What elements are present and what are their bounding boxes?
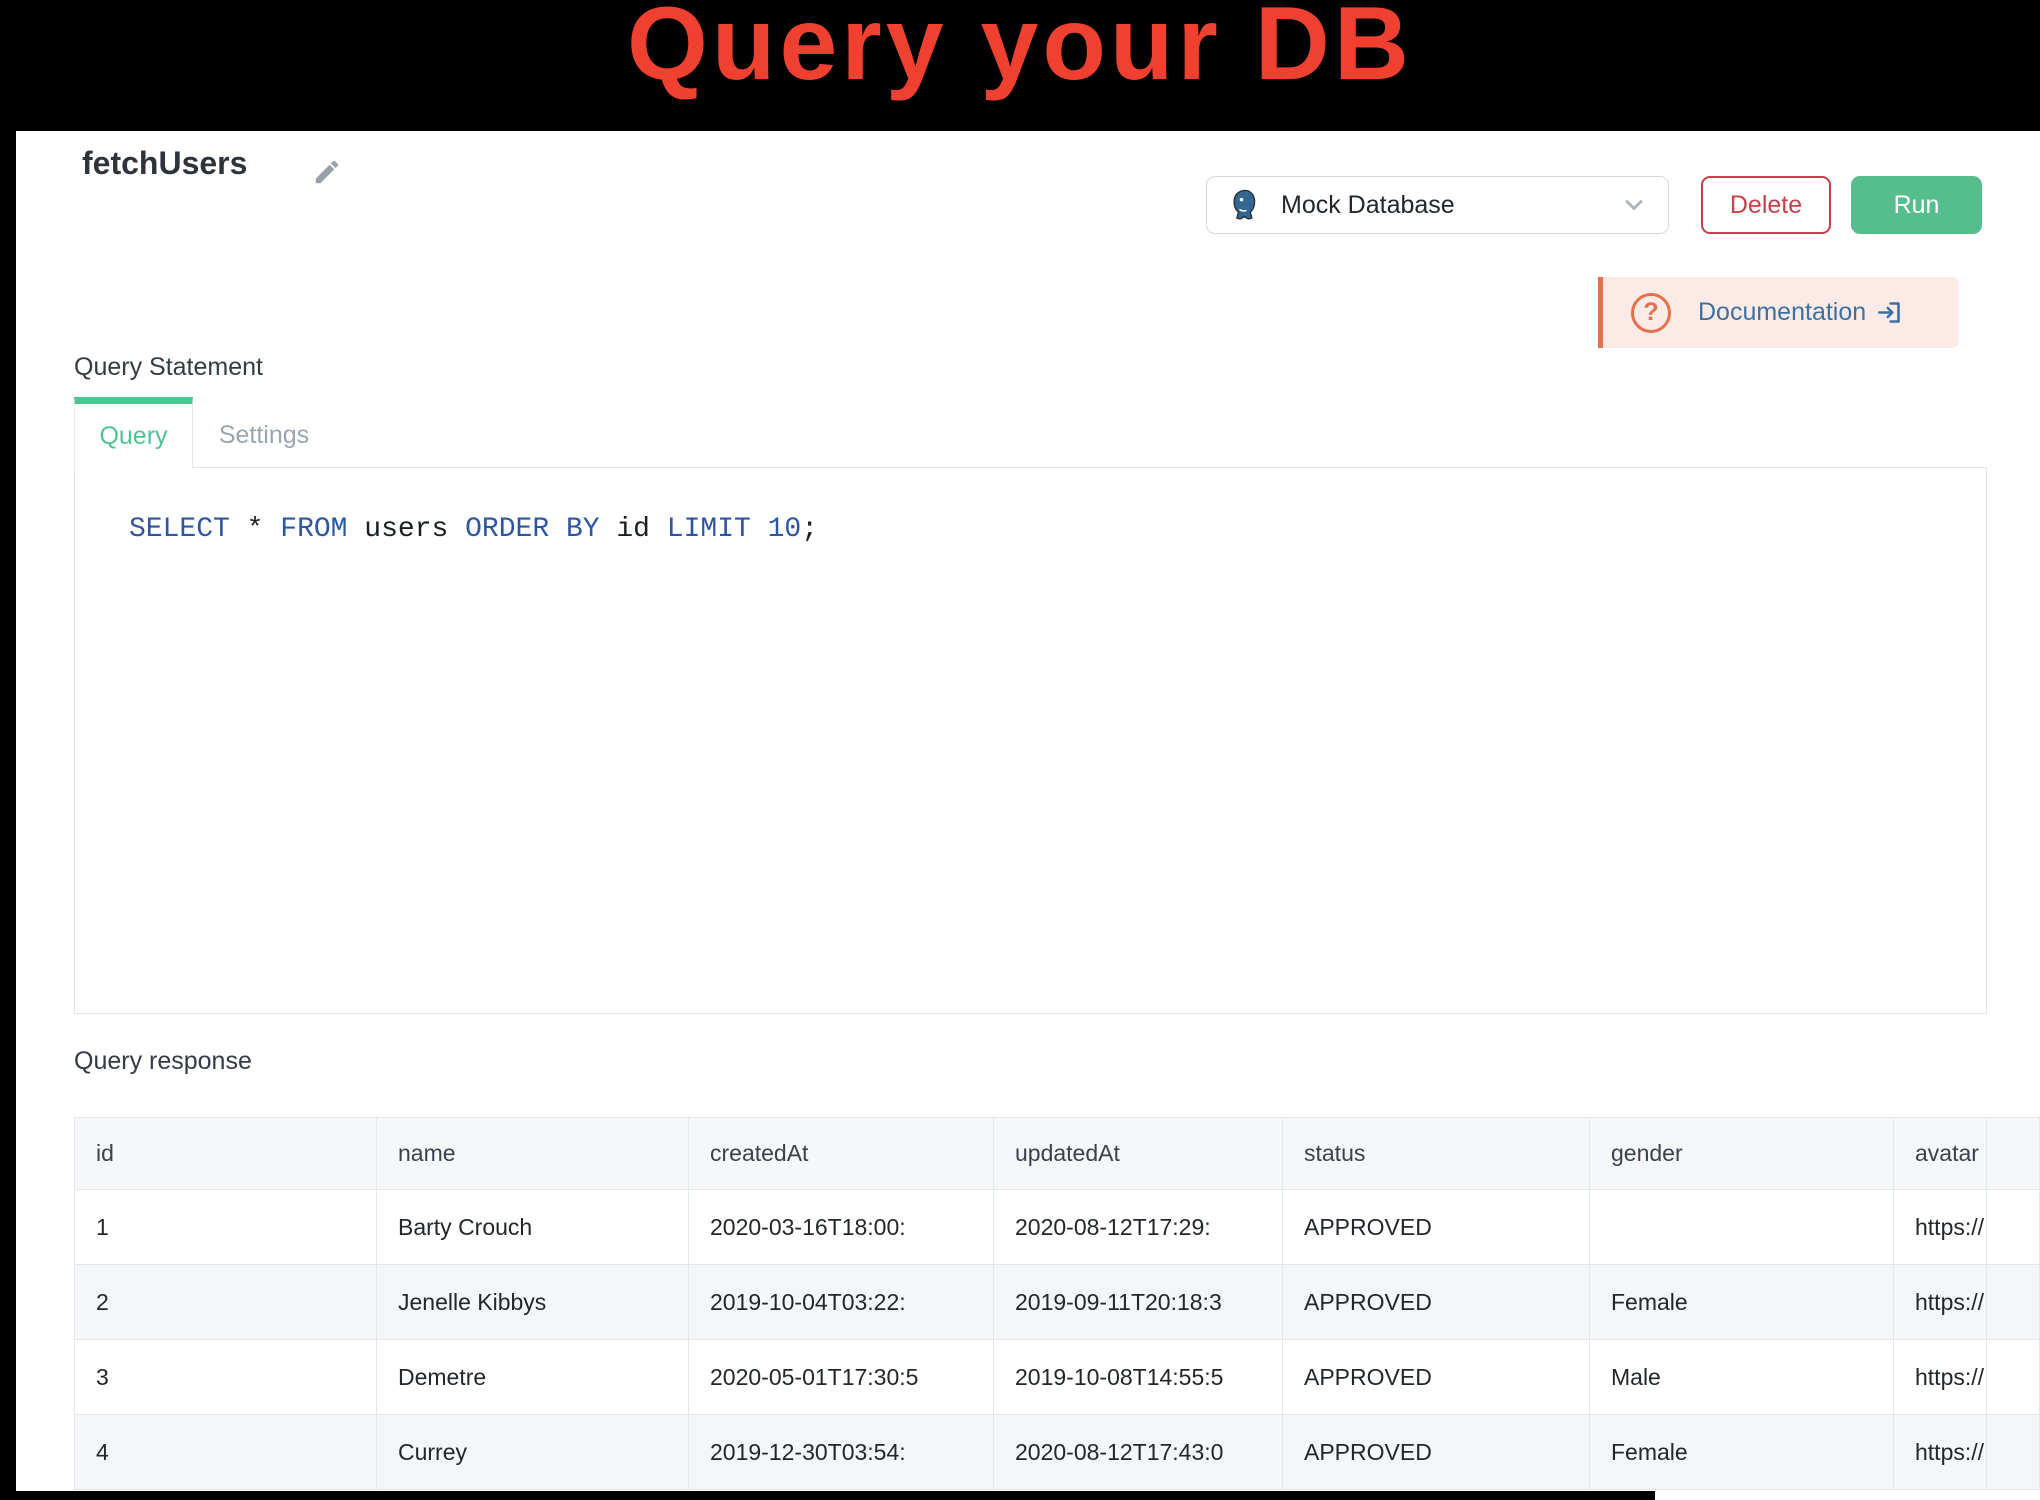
table-cell: 2020-08-12T17:29:: [994, 1190, 1283, 1265]
sql-token: SELECT: [129, 514, 230, 545]
postgresql-icon: [1227, 187, 1264, 224]
table-cell: https://: [1894, 1415, 1987, 1490]
table-cell: APPROVED: [1283, 1190, 1590, 1265]
table-cell: https://: [1894, 1190, 1987, 1265]
sql-token: [751, 514, 768, 545]
run-button[interactable]: Run: [1851, 176, 1982, 234]
query-statement-label: Query Statement: [74, 353, 263, 382]
column-header: status: [1283, 1118, 1590, 1190]
table-cell: Demetre: [377, 1340, 689, 1415]
sql-token: 10: [768, 514, 802, 545]
table-cell: APPROVED: [1283, 1265, 1590, 1340]
sql-token: LIMIT: [667, 514, 751, 545]
table-row: 1Barty Crouch2020-03-16T18:00:2020-08-12…: [75, 1190, 2040, 1265]
column-header: createdAt: [689, 1118, 994, 1190]
database-select[interactable]: Mock Database: [1206, 176, 1669, 234]
table-cell: APPROVED: [1283, 1415, 1590, 1490]
table-cell: 2019-10-04T03:22:: [689, 1265, 994, 1340]
tab-settings[interactable]: Settings: [193, 404, 335, 467]
app-window: fetchUsers Mock Database Delete Run ? Do…: [16, 131, 2040, 1500]
sql-token: [448, 514, 465, 545]
query-name: fetchUsers: [82, 145, 247, 182]
table-row: 3Demetre2020-05-01T17:30:52019-10-08T14:…: [75, 1340, 2040, 1415]
table-cell: 2020-03-16T18:00:: [689, 1190, 994, 1265]
chevron-down-icon: [1620, 191, 1648, 219]
slide-banner: Query your DB: [0, 0, 2040, 131]
slide-bottom-strip: [0, 1491, 1655, 1500]
page-title: Query your DB: [0, 0, 2040, 104]
table-cell: https://: [1894, 1265, 1987, 1340]
table-cell: APPROVED: [1283, 1340, 1590, 1415]
table-cell: Currey: [377, 1415, 689, 1490]
table-cell: Male: [1590, 1340, 1894, 1415]
sql-token: [230, 514, 247, 545]
question-icon: ?: [1631, 293, 1671, 333]
table-cell: Jenelle Kibbys: [377, 1265, 689, 1340]
edit-pencil-icon[interactable]: [312, 157, 342, 187]
sql-token: ;: [801, 514, 818, 545]
table-body: 1Barty Crouch2020-03-16T18:00:2020-08-12…: [75, 1190, 2040, 1490]
column-header: avatar: [1894, 1118, 1987, 1190]
table-cell: Female: [1590, 1265, 1894, 1340]
sql-token: FROM: [280, 514, 347, 545]
table-row: 2Jenelle Kibbys2019-10-04T03:22:2019-09-…: [75, 1265, 2040, 1340]
sql-token: id: [616, 514, 650, 545]
sql-code-line: SELECT * FROM users ORDER BY id LIMIT 10…: [129, 514, 1986, 546]
sql-token: *: [247, 514, 264, 545]
column-header: id: [75, 1118, 377, 1190]
query-response-label: Query response: [74, 1047, 252, 1076]
table-cell: 2019-12-30T03:54:: [689, 1415, 994, 1490]
database-select-value: Mock Database: [1281, 191, 1620, 220]
table-cell-clipped: [1987, 1340, 2040, 1415]
table-header-row: idnamecreatedAtupdatedAtstatusgenderavat…: [75, 1118, 2040, 1190]
table-cell-clipped: [1987, 1415, 2040, 1490]
sql-token: [263, 514, 280, 545]
sql-token: [347, 514, 364, 545]
column-header: updatedAt: [994, 1118, 1283, 1190]
external-link-icon: [1876, 299, 1903, 326]
table-row: 4Currey2019-12-30T03:54:2020-08-12T17:43…: [75, 1415, 2040, 1490]
column-header: name: [377, 1118, 689, 1190]
response-table: idnamecreatedAtupdatedAtstatusgenderavat…: [74, 1117, 2040, 1490]
sql-editor[interactable]: SELECT * FROM users ORDER BY id LIMIT 10…: [74, 467, 1987, 1014]
table-cell-clipped: [1987, 1190, 2040, 1265]
table-cell: 2019-10-08T14:55:5: [994, 1340, 1283, 1415]
sql-token: users: [364, 514, 448, 545]
table-cell: https://: [1894, 1340, 1987, 1415]
sql-token: ORDER BY: [465, 514, 599, 545]
tab-query[interactable]: Query: [74, 397, 193, 468]
table-cell: [1590, 1190, 1894, 1265]
delete-button[interactable]: Delete: [1701, 176, 1831, 234]
table-cell: 3: [75, 1340, 377, 1415]
documentation-link[interactable]: Documentation: [1698, 298, 1866, 327]
sql-token: [650, 514, 667, 545]
table-cell: 4: [75, 1415, 377, 1490]
table-cell: Female: [1590, 1415, 1894, 1490]
table-cell: 2020-05-01T17:30:5: [689, 1340, 994, 1415]
documentation-banner[interactable]: ? Documentation: [1598, 277, 1958, 348]
column-header: gender: [1590, 1118, 1894, 1190]
table-cell: 1: [75, 1190, 377, 1265]
table-cell: 2020-08-12T17:43:0: [994, 1415, 1283, 1490]
table-cell-clipped: [1987, 1265, 2040, 1340]
table-cell: Barty Crouch: [377, 1190, 689, 1265]
sql-token: [600, 514, 617, 545]
column-header-clipped: [1987, 1118, 2040, 1190]
table-cell: 2019-09-11T20:18:3: [994, 1265, 1283, 1340]
table-cell: 2: [75, 1265, 377, 1340]
tab-strip: QuerySettings: [74, 397, 1987, 467]
